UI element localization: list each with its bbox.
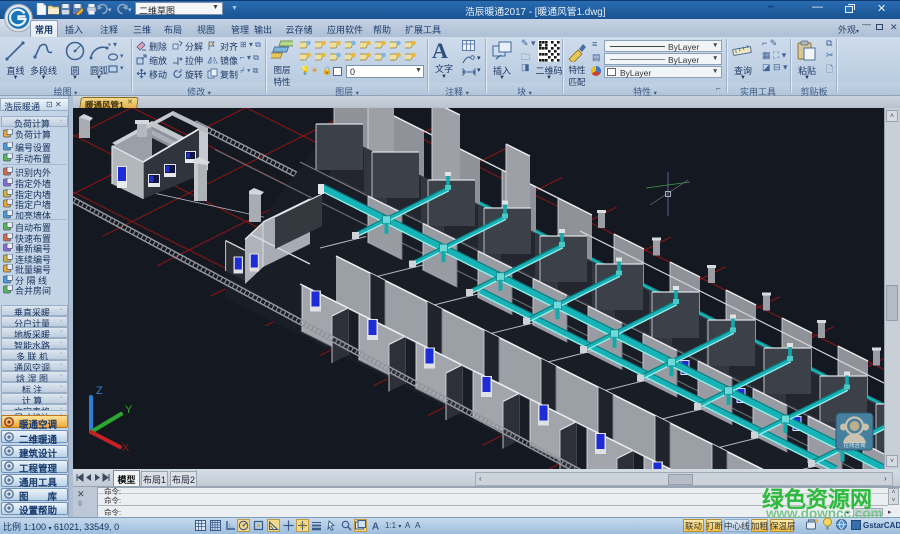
svg-text:在线咨询: 在线咨询 xyxy=(843,441,866,449)
svg-text:Y: Y xyxy=(125,404,133,416)
svg-text:A: A xyxy=(372,521,379,531)
svg-text:X: X xyxy=(122,442,130,454)
svg-text:Z: Z xyxy=(96,385,103,397)
